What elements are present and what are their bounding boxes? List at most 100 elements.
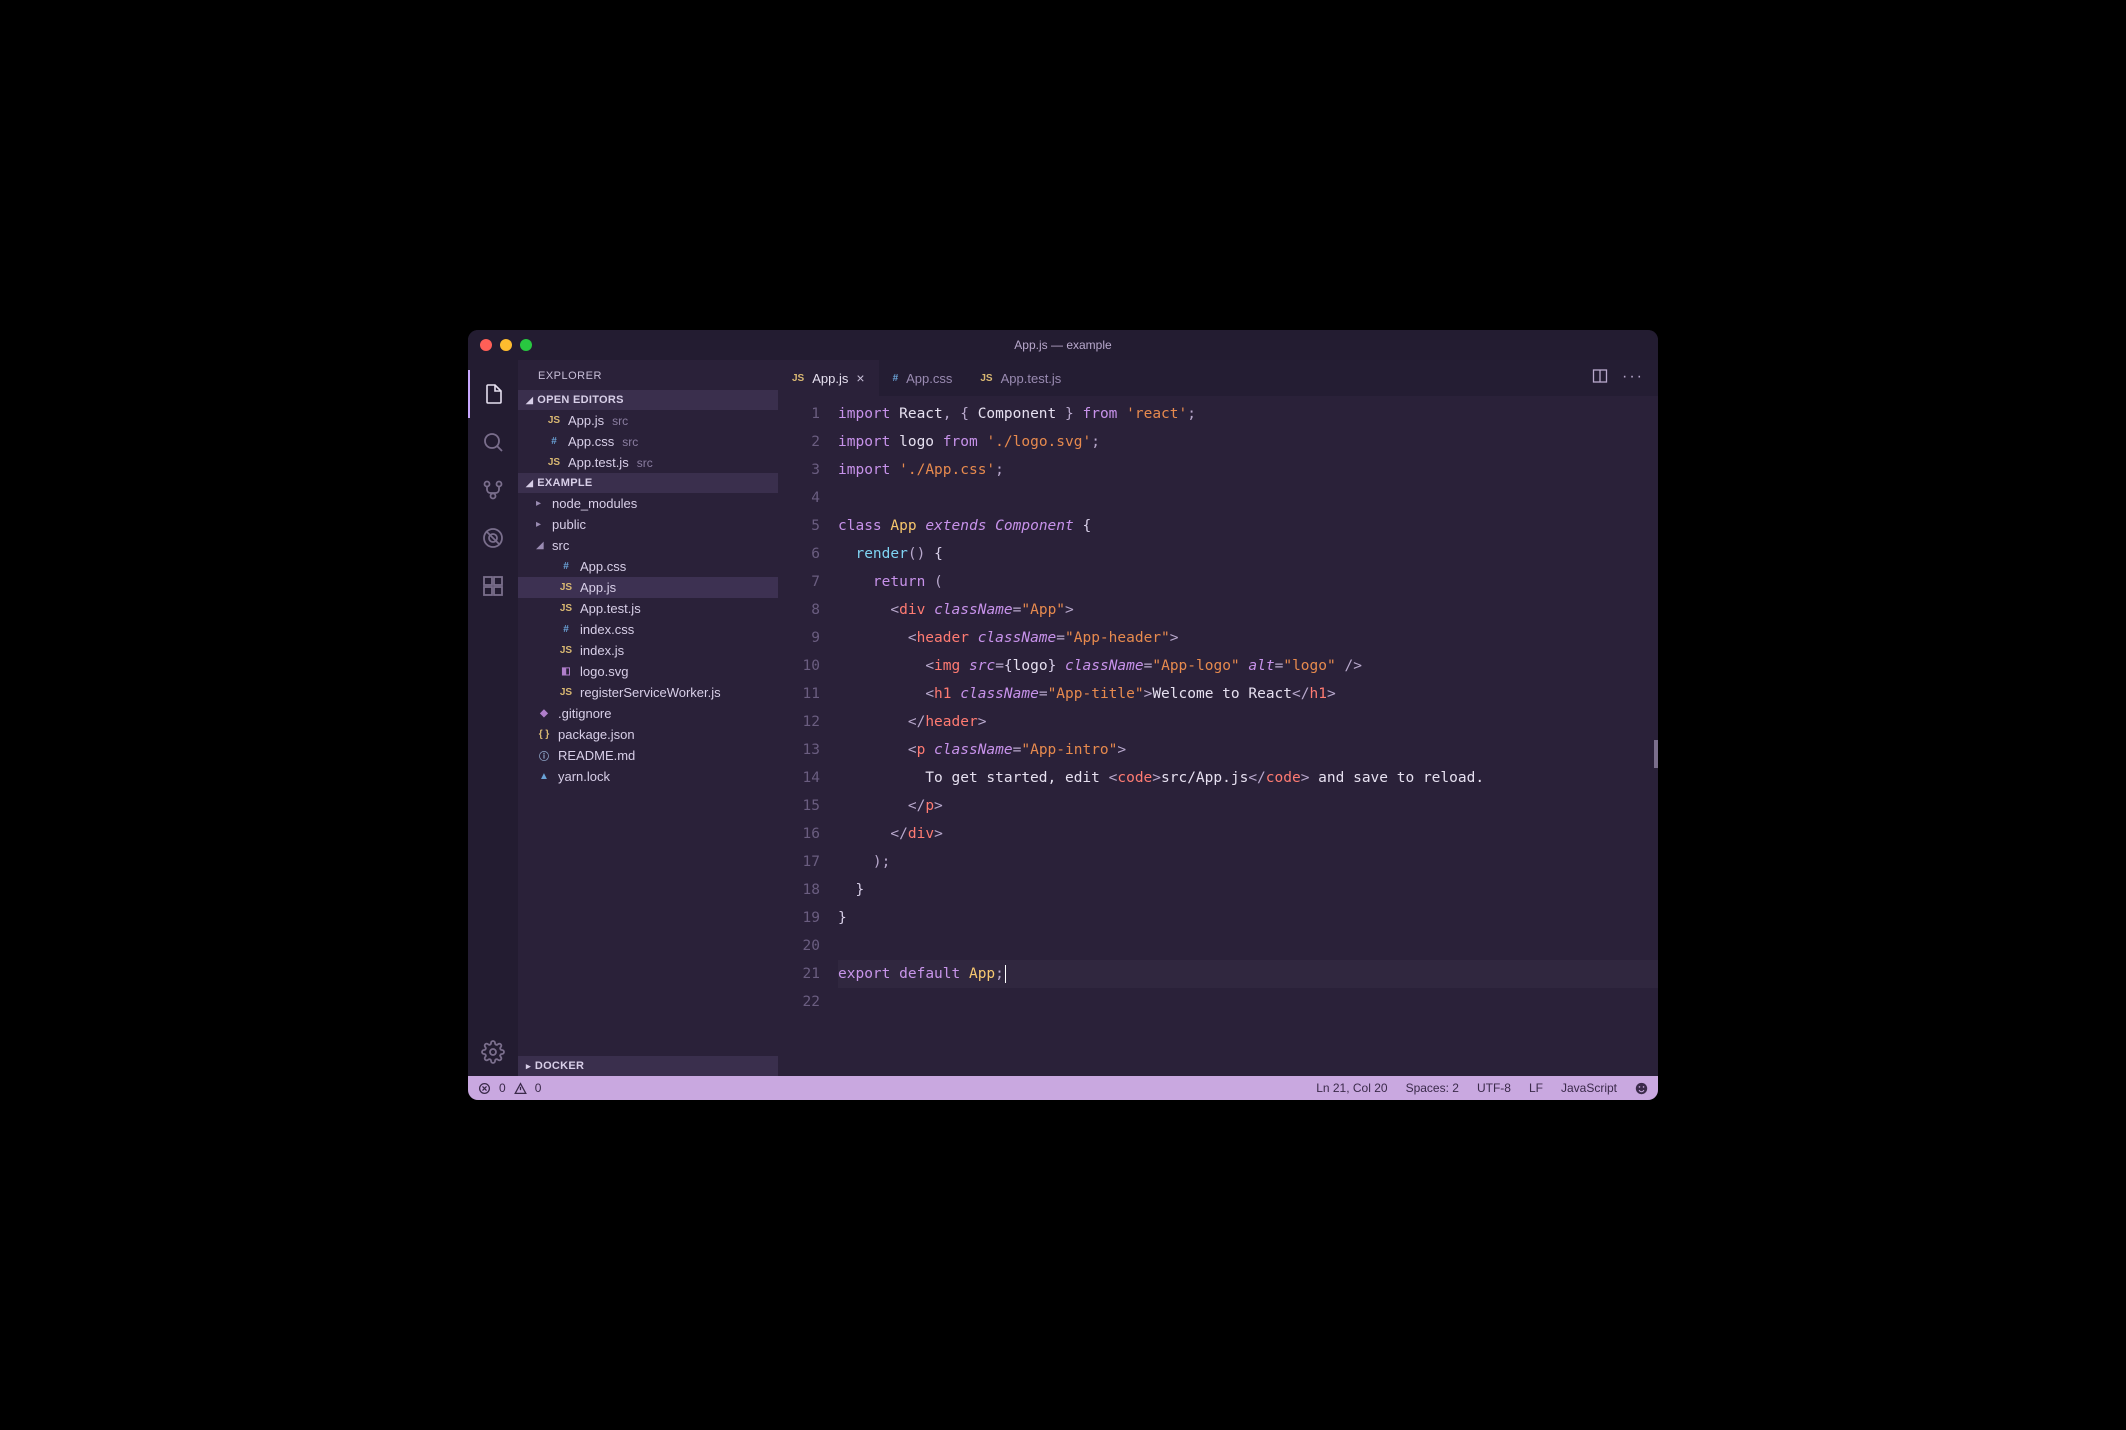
file-type-icon: JS: [558, 603, 574, 614]
file-type-icon: #: [558, 561, 574, 572]
file-item[interactable]: JS index.js: [518, 640, 778, 661]
settings-gear-icon[interactable]: [468, 1028, 518, 1076]
close-tab-icon[interactable]: ×: [856, 370, 864, 386]
file-item[interactable]: JS App.js: [518, 577, 778, 598]
open-editor-item[interactable]: JS App.test.js src: [518, 452, 778, 473]
line-number: 10: [778, 652, 820, 680]
code-content[interactable]: import React, { Component } from 'react'…: [838, 396, 1658, 1076]
file-type-icon: ⓘ: [536, 748, 552, 763]
file-item[interactable]: JS App.test.js: [518, 598, 778, 619]
file-item[interactable]: ◆ .gitignore: [518, 703, 778, 724]
section-open-editors[interactable]: ◢ OPEN EDITORS: [518, 390, 778, 410]
code-line[interactable]: <div className="App">: [838, 596, 1658, 624]
line-number: 3: [778, 456, 820, 484]
chevron-down-icon: ◢: [526, 395, 533, 406]
indentation[interactable]: Spaces: 2: [1406, 1081, 1459, 1095]
line-number: 7: [778, 568, 820, 596]
file-item[interactable]: { } package.json: [518, 724, 778, 745]
file-item[interactable]: # index.css: [518, 619, 778, 640]
extensions-icon[interactable]: [468, 562, 518, 610]
code-line[interactable]: );: [838, 848, 1658, 876]
file-hint: src: [612, 414, 628, 428]
section-docker[interactable]: ▸ DOCKER: [518, 1056, 778, 1076]
code-line[interactable]: class App extends Component {: [838, 512, 1658, 540]
file-name: logo.svg: [580, 664, 628, 679]
maximize-window-button[interactable]: [520, 339, 532, 351]
code-line[interactable]: }: [838, 876, 1658, 904]
section-workspace[interactable]: ◢ EXAMPLE: [518, 473, 778, 493]
folder-item[interactable]: ▸ node_modules: [518, 493, 778, 514]
open-editor-item[interactable]: # App.css src: [518, 431, 778, 452]
code-line[interactable]: [838, 484, 1658, 512]
line-number: 2: [778, 428, 820, 456]
code-line[interactable]: To get started, edit <code>src/App.js</c…: [838, 764, 1658, 792]
file-item[interactable]: ▲ yarn.lock: [518, 766, 778, 787]
file-type-icon: #: [546, 436, 562, 447]
code-line[interactable]: <img src={logo} className="App-logo" alt…: [838, 652, 1658, 680]
file-type-icon: ◧: [558, 666, 574, 677]
sidebar-title: EXPLORER: [518, 360, 778, 390]
section-docker-label: DOCKER: [535, 1060, 584, 1072]
chevron-right-icon: ▸: [526, 1061, 531, 1072]
debug-icon[interactable]: [468, 514, 518, 562]
code-editor[interactable]: 12345678910111213141516171819202122 impo…: [778, 396, 1658, 1076]
folder-name: src: [552, 538, 569, 553]
code-line[interactable]: <p className="App-intro">: [838, 736, 1658, 764]
section-open-editors-label: OPEN EDITORS: [537, 394, 624, 406]
errors-count[interactable]: 0: [499, 1081, 506, 1095]
split-editor-icon[interactable]: [1592, 368, 1608, 389]
code-line[interactable]: import logo from './logo.svg';: [838, 428, 1658, 456]
cursor-position[interactable]: Ln 21, Col 20: [1316, 1081, 1387, 1095]
tab-label: App.test.js: [1001, 371, 1062, 386]
tab-label: App.js: [812, 371, 848, 386]
warnings-count[interactable]: 0: [535, 1081, 542, 1095]
window-title: App.js — example: [468, 338, 1658, 352]
file-item[interactable]: JS registerServiceWorker.js: [518, 682, 778, 703]
code-line[interactable]: <header className="App-header">: [838, 624, 1658, 652]
explorer-icon[interactable]: [468, 370, 518, 418]
folder-name: node_modules: [552, 496, 637, 511]
errors-icon[interactable]: [478, 1082, 491, 1095]
code-line[interactable]: import './App.css';: [838, 456, 1658, 484]
file-item[interactable]: ⓘ README.md: [518, 745, 778, 766]
source-control-icon[interactable]: [468, 466, 518, 514]
open-editor-item[interactable]: JS App.js src: [518, 410, 778, 431]
eol[interactable]: LF: [1529, 1081, 1543, 1095]
folder-item[interactable]: ▸ public: [518, 514, 778, 535]
code-line[interactable]: import React, { Component } from 'react'…: [838, 400, 1658, 428]
tab-label: App.css: [906, 371, 952, 386]
close-window-button[interactable]: [480, 339, 492, 351]
code-line[interactable]: [838, 932, 1658, 960]
code-line[interactable]: <h1 className="App-title">Welcome to Rea…: [838, 680, 1658, 708]
file-item[interactable]: # App.css: [518, 556, 778, 577]
chevron-right-icon: ▸: [536, 519, 546, 530]
warnings-icon[interactable]: [514, 1082, 527, 1095]
code-line[interactable]: }: [838, 904, 1658, 932]
editor-tab[interactable]: JS App.js ×: [778, 360, 879, 396]
line-number: 21: [778, 960, 820, 988]
search-icon[interactable]: [468, 418, 518, 466]
code-line[interactable]: </header>: [838, 708, 1658, 736]
editor-tab[interactable]: JS App.test.js: [966, 360, 1075, 396]
tab-bar: JS App.js × # App.css JS App.test.js ···: [778, 360, 1658, 396]
file-name: App.css: [568, 434, 614, 449]
language-mode[interactable]: JavaScript: [1561, 1081, 1617, 1095]
minimize-window-button[interactable]: [500, 339, 512, 351]
code-line[interactable]: </p>: [838, 792, 1658, 820]
section-workspace-label: EXAMPLE: [537, 477, 592, 489]
feedback-smiley-icon[interactable]: [1635, 1082, 1648, 1095]
encoding[interactable]: UTF-8: [1477, 1081, 1511, 1095]
file-name: yarn.lock: [558, 769, 610, 784]
folder-item[interactable]: ◢ src: [518, 535, 778, 556]
line-number: 14: [778, 764, 820, 792]
editor-tab[interactable]: # App.css: [879, 360, 967, 396]
code-line[interactable]: [838, 988, 1658, 1016]
chevron-right-icon: ▸: [536, 498, 546, 509]
code-line[interactable]: render() {: [838, 540, 1658, 568]
scrollbar-marker[interactable]: [1654, 740, 1658, 768]
file-item[interactable]: ◧ logo.svg: [518, 661, 778, 682]
code-line[interactable]: </div>: [838, 820, 1658, 848]
code-line[interactable]: return (: [838, 568, 1658, 596]
file-type-icon: JS: [558, 582, 574, 593]
more-actions-icon[interactable]: ···: [1622, 368, 1644, 389]
